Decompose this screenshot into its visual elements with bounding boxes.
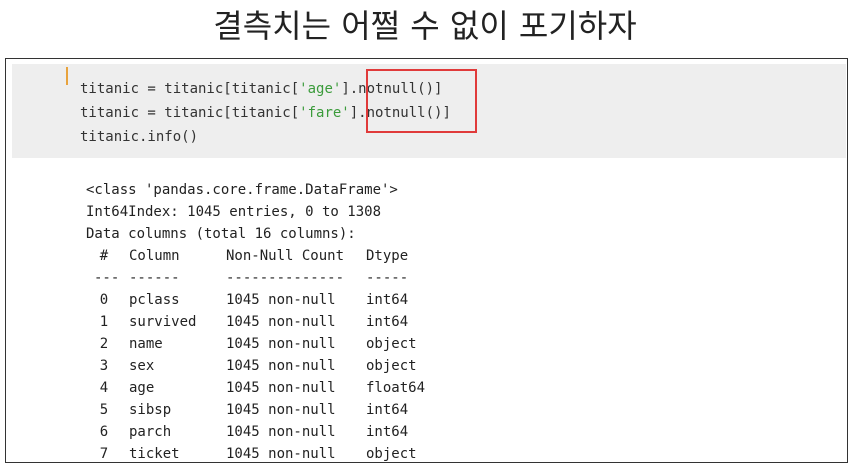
- row-count: 1045 non-null: [226, 314, 336, 330]
- row-count: 1045 non-null: [226, 380, 336, 396]
- notebook-frame: titanic = titanic[titanic['age'].notnull…: [5, 58, 848, 463]
- separator-dtype: -----: [366, 270, 409, 286]
- row-dtype: int64: [366, 314, 409, 330]
- code-string: 'fare': [299, 105, 350, 121]
- separator-column: ------: [129, 270, 180, 286]
- separator-idx: ---: [94, 270, 120, 286]
- code-cell[interactable]: titanic = titanic[titanic['age'].notnull…: [12, 64, 846, 158]
- row-column: age: [129, 380, 155, 396]
- output-class-line: <class 'pandas.core.frame.DataFrame'>: [86, 182, 398, 198]
- row-count: 1045 non-null: [226, 358, 336, 374]
- code-text: titanic = titanic[titanic[: [80, 81, 300, 97]
- cell-output: <class 'pandas.core.frame.DataFrame'> In…: [86, 179, 506, 462]
- separator-count: --------------: [226, 270, 345, 286]
- highlight-box: [366, 69, 477, 133]
- table-separator-row: --- ------ -------------- -----: [86, 267, 506, 289]
- row-idx: 6: [99, 424, 109, 440]
- header-count: Non-Null Count: [226, 248, 345, 264]
- output-columns-line: Data columns (total 16 columns):: [86, 226, 356, 242]
- row-column: parch: [129, 424, 172, 440]
- row-column: pclass: [129, 292, 180, 308]
- row-dtype: object: [366, 358, 417, 374]
- table-body: 0 pclass 1045 non-null int64 1 survived 1045 n…: [86, 289, 506, 462]
- row-idx: 4: [99, 380, 109, 396]
- row-column: ticket: [129, 446, 180, 462]
- row-dtype: float64: [366, 380, 426, 396]
- row-dtype: int64: [366, 424, 409, 440]
- row-dtype: int64: [366, 402, 409, 418]
- row-idx: 7: [99, 446, 109, 462]
- output-index-line: Int64Index: 1045 entries, 0 to 1308: [86, 204, 382, 220]
- row-count: 1045 non-null: [226, 336, 336, 352]
- row-count: 1045 non-null: [226, 446, 336, 462]
- table-row: 0 pclass 1045 non-null int64: [86, 289, 506, 311]
- table-row: 4 age 1045 non-null float64: [86, 377, 506, 399]
- row-dtype: object: [366, 446, 417, 462]
- table-row: 2 name 1045 non-null object: [86, 333, 506, 355]
- row-column: sex: [129, 358, 155, 374]
- table-row: 5 sibsp 1045 non-null int64: [86, 399, 506, 421]
- row-column: sibsp: [129, 402, 172, 418]
- row-dtype: int64: [366, 292, 409, 308]
- row-idx: 0: [99, 292, 109, 308]
- cell-gutter-marker: [66, 67, 68, 85]
- header-idx: #: [99, 248, 109, 264]
- code-text: titanic = titanic[titanic[: [80, 105, 300, 121]
- row-count: 1045 non-null: [226, 424, 336, 440]
- header-dtype: Dtype: [366, 248, 409, 264]
- table-row: 6 parch 1045 non-null int64: [86, 421, 506, 443]
- code-string: 'age': [299, 81, 342, 97]
- slide-title: 결측치는 어쩔 수 없이 포기하자: [213, 7, 637, 45]
- row-count: 1045 non-null: [226, 292, 336, 308]
- row-idx: 3: [99, 358, 109, 374]
- table-row: 1 survived 1045 non-null int64: [86, 311, 506, 333]
- row-column: survived: [129, 314, 197, 330]
- table-row: 7 ticket 1045 non-null object: [86, 443, 506, 462]
- row-idx: 2: [99, 336, 109, 352]
- row-count: 1045 non-null: [226, 402, 336, 418]
- header-column: Column: [129, 248, 180, 264]
- row-dtype: object: [366, 336, 417, 352]
- table-row: 3 sex 1045 non-null object: [86, 355, 506, 377]
- row-idx: 1: [99, 314, 109, 330]
- row-idx: 5: [99, 402, 109, 418]
- table-header-row: # Column Non-Null Count Dtype: [86, 245, 506, 267]
- row-column: name: [129, 336, 163, 352]
